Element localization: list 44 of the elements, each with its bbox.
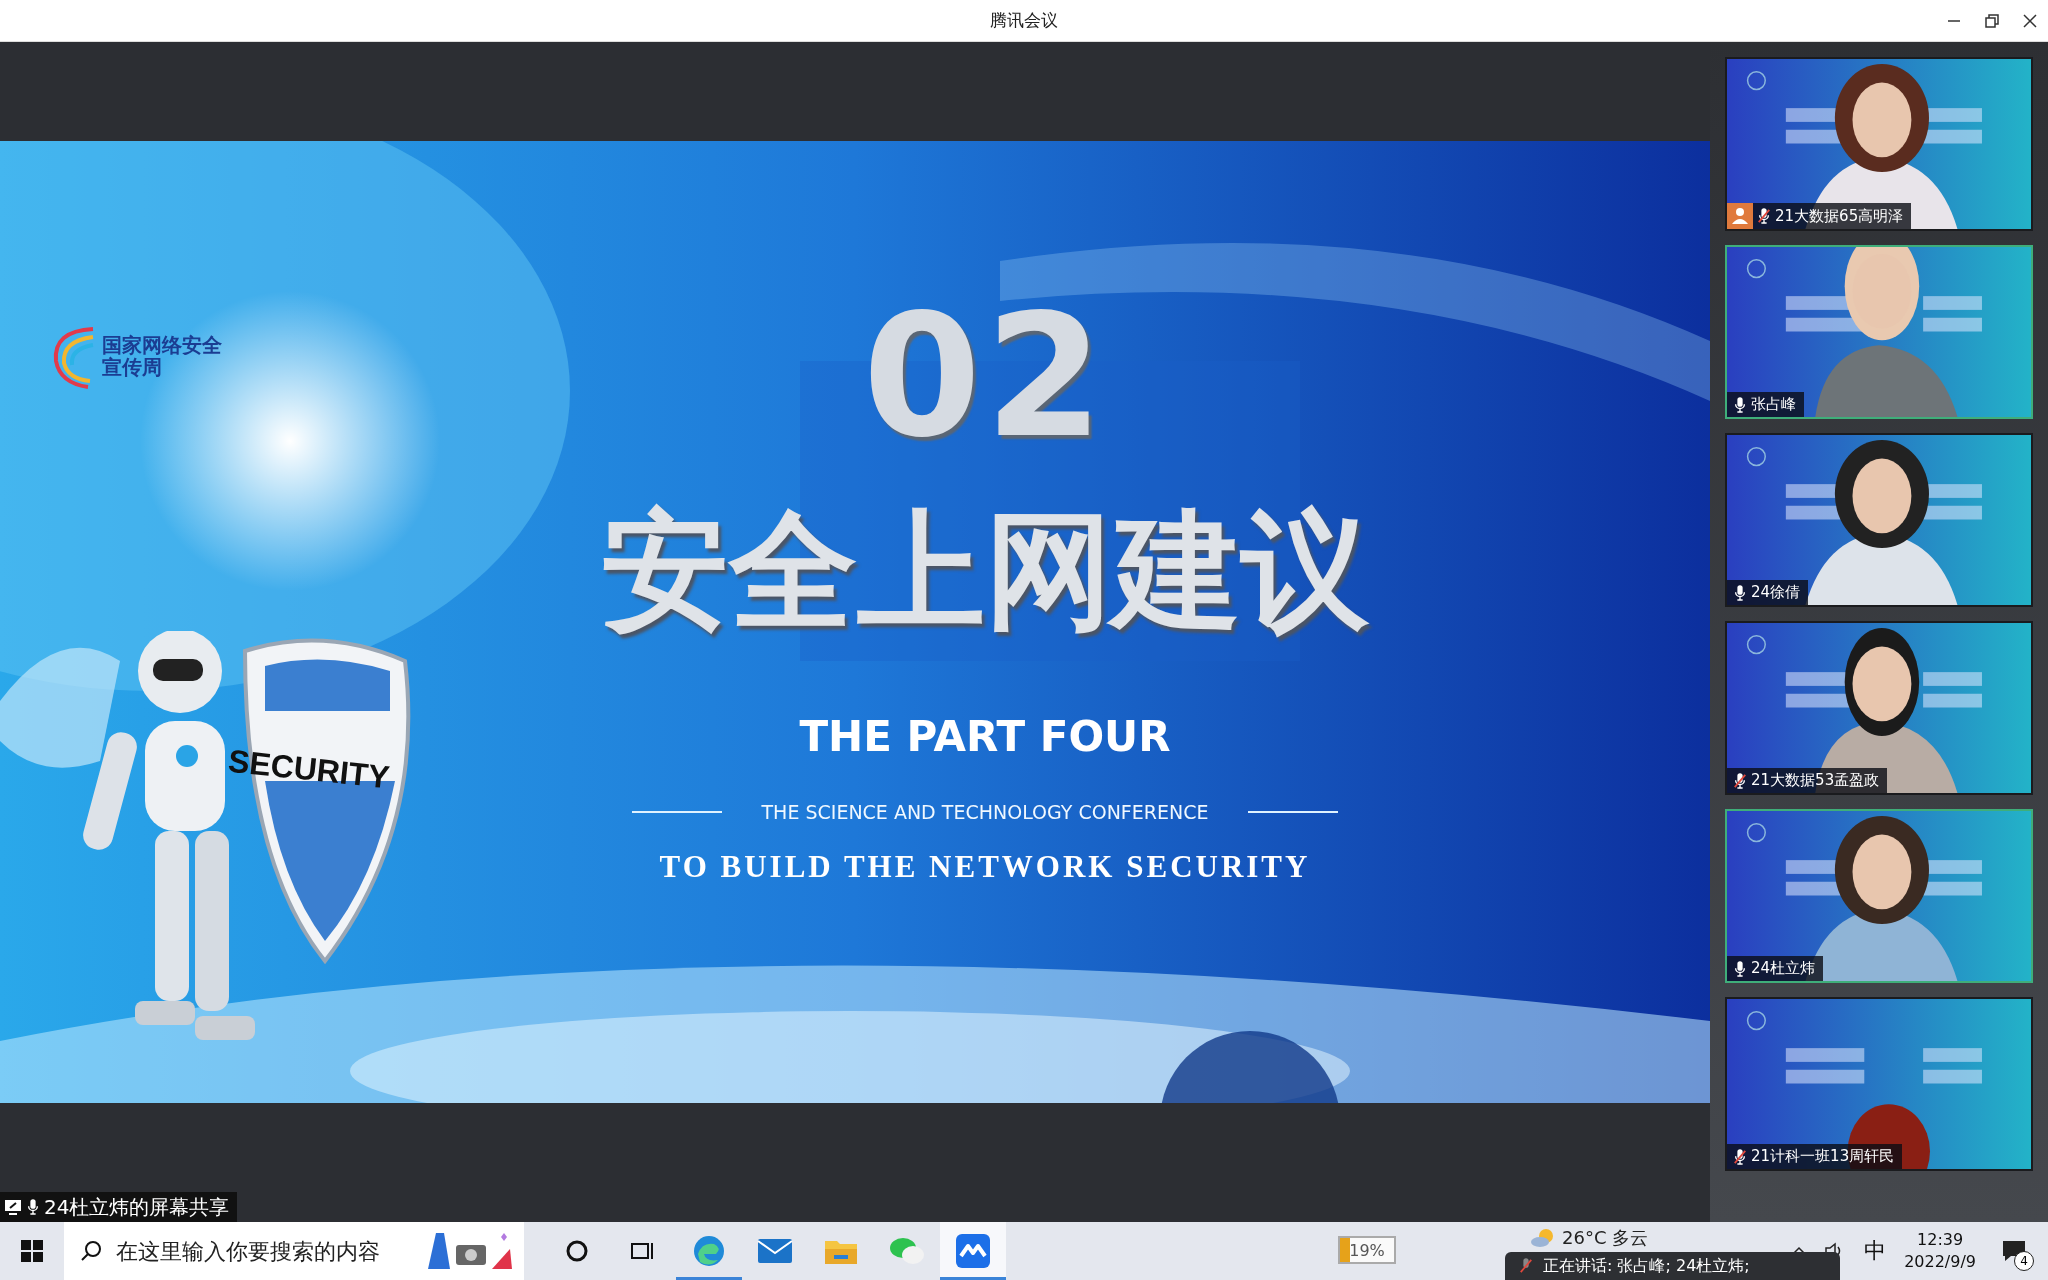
participant-name: 张占峰 <box>1751 395 1796 414</box>
input-method-indicator[interactable]: 中 <box>1864 1236 1887 1266</box>
participant-name: 21大数据53孟盈政 <box>1751 771 1880 790</box>
restore-icon[interactable] <box>1984 13 2000 29</box>
slide-heading: 安全上网建议 <box>601 501 1369 642</box>
sun-cloud-icon <box>1530 1228 1556 1248</box>
search-icon <box>80 1240 102 1262</box>
window-title: 腾讯会议 <box>990 9 1058 32</box>
clock-time: 12:39 <box>1917 1229 1964 1251</box>
browser-icon <box>692 1234 726 1268</box>
mail-icon <box>757 1237 793 1265</box>
cortana-icon <box>565 1239 589 1263</box>
search-field[interactable]: 在这里输入你要搜索的内容 <box>64 1222 524 1280</box>
slide-subheading: THE PART FOUR <box>799 711 1171 761</box>
shield-label: SECURITY <box>226 742 392 797</box>
mic-icon <box>26 1198 40 1216</box>
participant-name: 24徐倩 <box>1751 583 1801 602</box>
windows-start-icon[interactable] <box>21 1240 43 1262</box>
video-tile[interactable]: 21计科一班13周轩民 <box>1725 997 2033 1171</box>
clock-date: 2022/9/9 <box>1904 1251 1976 1273</box>
video-tile[interactable]: 24徐倩 <box>1725 433 2033 607</box>
logo-text: 国家网络安全宣传周 <box>102 334 223 378</box>
video-tile[interactable]: 张占峰 <box>1725 245 2033 419</box>
video-tile[interactable]: 21大数据53孟盈政 <box>1725 621 2033 795</box>
close-icon[interactable] <box>2022 13 2038 29</box>
weather-text: 26°C 多云 <box>1562 1226 1649 1250</box>
screen-share-icon <box>4 1199 22 1215</box>
muted-mic-icon <box>1519 1257 1533 1275</box>
slide-caption: THE SCIENCE AND TECHNOLOGY CONFERENCE <box>761 800 1209 823</box>
slide-number: 02 <box>862 291 1108 461</box>
person-icon <box>1731 207 1749 225</box>
video-tile[interactable]: 24杜立炜 <box>1725 809 2033 983</box>
participant-name: 21大数据65高明泽 <box>1775 206 1904 226</box>
battery-reading: 19% <box>1348 1239 1386 1262</box>
share-text: 24杜立炜的屏幕共享 <box>44 1193 230 1221</box>
meeting-app-icon <box>956 1234 990 1268</box>
video-tile[interactable]: 21大数据65高明泽 <box>1725 57 2033 231</box>
participant-name: 21计科一班13周轩民 <box>1751 1147 1895 1166</box>
slide-tagline: TO BUILD THE NETWORK SECURITY <box>659 848 1311 885</box>
participant-name: 24杜立炜 <box>1751 959 1816 978</box>
toast-text: 正在讲话: 张占峰; 24杜立炜; <box>1543 1255 1750 1277</box>
taskbar-clock[interactable]: 12:39 2022/9/9 <box>1904 1229 1976 1273</box>
notification-count: 4 <box>2014 1251 2034 1271</box>
chat-icon <box>889 1236 925 1266</box>
